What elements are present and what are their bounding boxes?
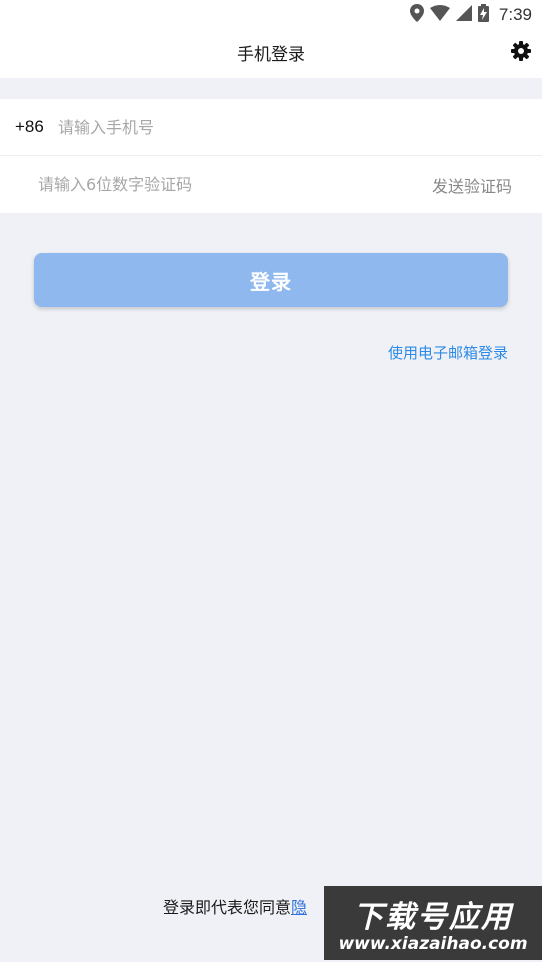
watermark-url: www.xiazaihao.com <box>338 934 528 954</box>
location-icon <box>409 4 424 26</box>
verification-code-input[interactable] <box>38 168 338 200</box>
send-code-button[interactable]: 发送验证码 <box>432 173 512 197</box>
country-code[interactable]: +86 <box>15 117 44 137</box>
wifi-icon <box>429 5 450 25</box>
phone-row: +86 <box>0 99 542 156</box>
status-time: 7:39 <box>498 5 532 24</box>
status-icons: 7:39 <box>409 4 532 26</box>
agreement-text: 登录即代表您同意隐 <box>163 894 307 918</box>
watermark: 下载号应用 www.xiazaihao.com <box>324 886 542 960</box>
login-form: +86 发送验证码 <box>0 99 542 213</box>
privacy-policy-link[interactable]: 隐 <box>291 898 307 917</box>
email-login-link[interactable]: 使用电子邮箱登录 <box>388 342 508 363</box>
login-button-label: 登录 <box>250 269 292 294</box>
status-bar: 7:39 <box>0 0 542 30</box>
agreement-prefix: 登录即代表您同意 <box>163 898 292 917</box>
battery-charging-icon <box>477 4 489 26</box>
signal-icon <box>455 5 472 25</box>
settings-button[interactable] <box>510 41 532 65</box>
page-title: 手机登录 <box>237 45 305 65</box>
verification-code-row: 发送验证码 <box>0 156 542 213</box>
watermark-title: 下载号应用 <box>353 900 513 935</box>
gear-icon <box>511 41 531 65</box>
title-bar: 手机登录 <box>0 30 542 78</box>
phone-input[interactable] <box>58 111 498 143</box>
login-button[interactable]: 登录 <box>34 253 508 307</box>
